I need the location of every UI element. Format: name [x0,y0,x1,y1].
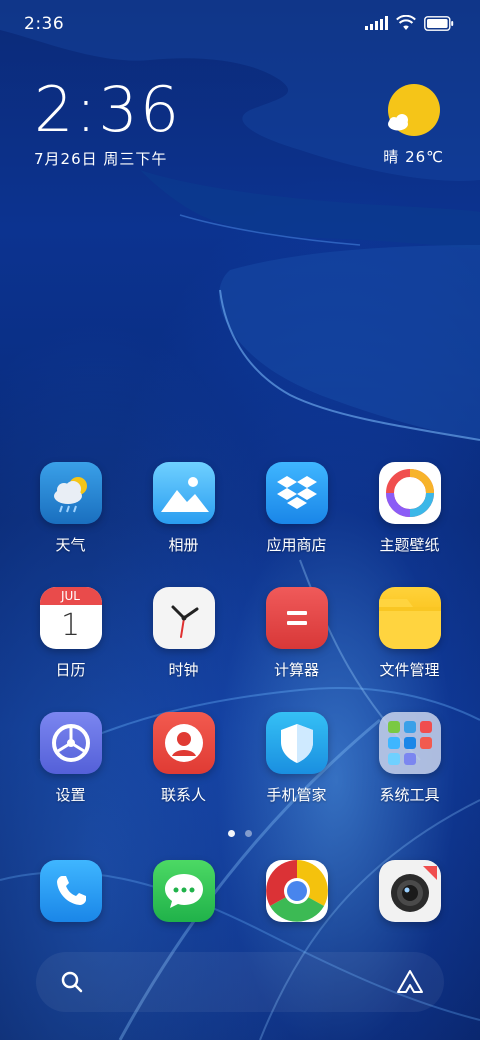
app-security[interactable]: 手机管家 [240,712,353,837]
dock-messages[interactable] [127,860,240,922]
app-system-tools-folder[interactable]: 系统工具 [353,712,466,837]
status-time: 2:36 [24,14,65,34]
app-label: 时钟 [168,661,199,679]
app-themes[interactable]: 主题壁纸 [353,462,466,587]
status-icons [365,15,454,31]
assistant-icon[interactable] [396,968,424,1000]
weather-icon [39,462,102,524]
app-settings[interactable]: 设置 [14,712,127,837]
weather-widget[interactable] [382,84,446,144]
widget-time: 2:36 [34,73,182,146]
dock-browser[interactable] [240,860,353,922]
sunny-partly-cloudy-icon [388,84,440,136]
app-label: 主题壁纸 [379,536,440,554]
page-dot [245,830,252,837]
app-calendar[interactable]: JUL 1 日历 [14,587,127,712]
wifi-icon [396,15,416,30]
signal-icon [365,16,388,30]
gallery-icon [152,462,215,524]
calendar-icon: JUL 1 [39,587,102,649]
dock-camera[interactable] [353,860,466,922]
app-label: 手机管家 [266,786,327,804]
page-dot-active [228,830,235,837]
dock [14,860,466,922]
settings-icon [39,712,102,774]
app-label: 文件管理 [379,661,440,679]
battery-icon [424,15,454,31]
themes-icon [378,462,441,524]
app-contacts[interactable]: 联系人 [127,712,240,837]
search-icon[interactable] [60,970,84,998]
app-store[interactable]: 应用商店 [240,462,353,587]
home-screen: 2:36 2:36 7月26日 周三下午 晴 26℃ 天气 相册 应用商店 主题… [0,0,480,1040]
app-calculator[interactable]: 计算器 [240,587,353,712]
app-label: 相册 [168,536,199,554]
folder-icon [378,712,441,774]
app-store-icon [265,462,328,524]
contacts-icon [152,712,215,774]
clock-widget[interactable]: 2:36 7月26日 周三下午 [34,78,181,169]
search-bar[interactable] [36,952,444,1012]
calculator-icon [265,587,328,649]
file-manager-icon [378,587,441,649]
calendar-day: 1 [60,608,81,643]
app-grid: 天气 相册 应用商店 主题壁纸 JUL 1 日历 时钟 计算器 文件管理 设置 … [14,462,466,837]
camera-icon [378,860,441,922]
app-label: 设置 [55,786,86,804]
widget-date: 7月26日 周三下午 [34,150,168,168]
calendar-month: JUL [39,587,102,605]
app-gallery[interactable]: 相册 [127,462,240,587]
app-label: 联系人 [160,786,206,804]
app-label: 系统工具 [379,786,440,804]
dock-phone[interactable] [14,860,127,922]
phone-icon [39,860,102,922]
browser-icon [265,860,328,922]
weather-text: 晴 26℃ [383,148,444,166]
status-bar: 2:36 [0,0,480,50]
page-indicator [0,830,480,837]
security-icon [265,712,328,774]
clock-icon [152,587,215,649]
app-label: 天气 [55,536,86,554]
app-label: 日历 [55,661,86,679]
app-label: 应用商店 [266,536,327,554]
app-weather[interactable]: 天气 [14,462,127,587]
app-label: 计算器 [273,661,319,679]
app-clock[interactable]: 时钟 [127,587,240,712]
app-file-manager[interactable]: 文件管理 [353,587,466,712]
messages-icon [152,860,215,922]
